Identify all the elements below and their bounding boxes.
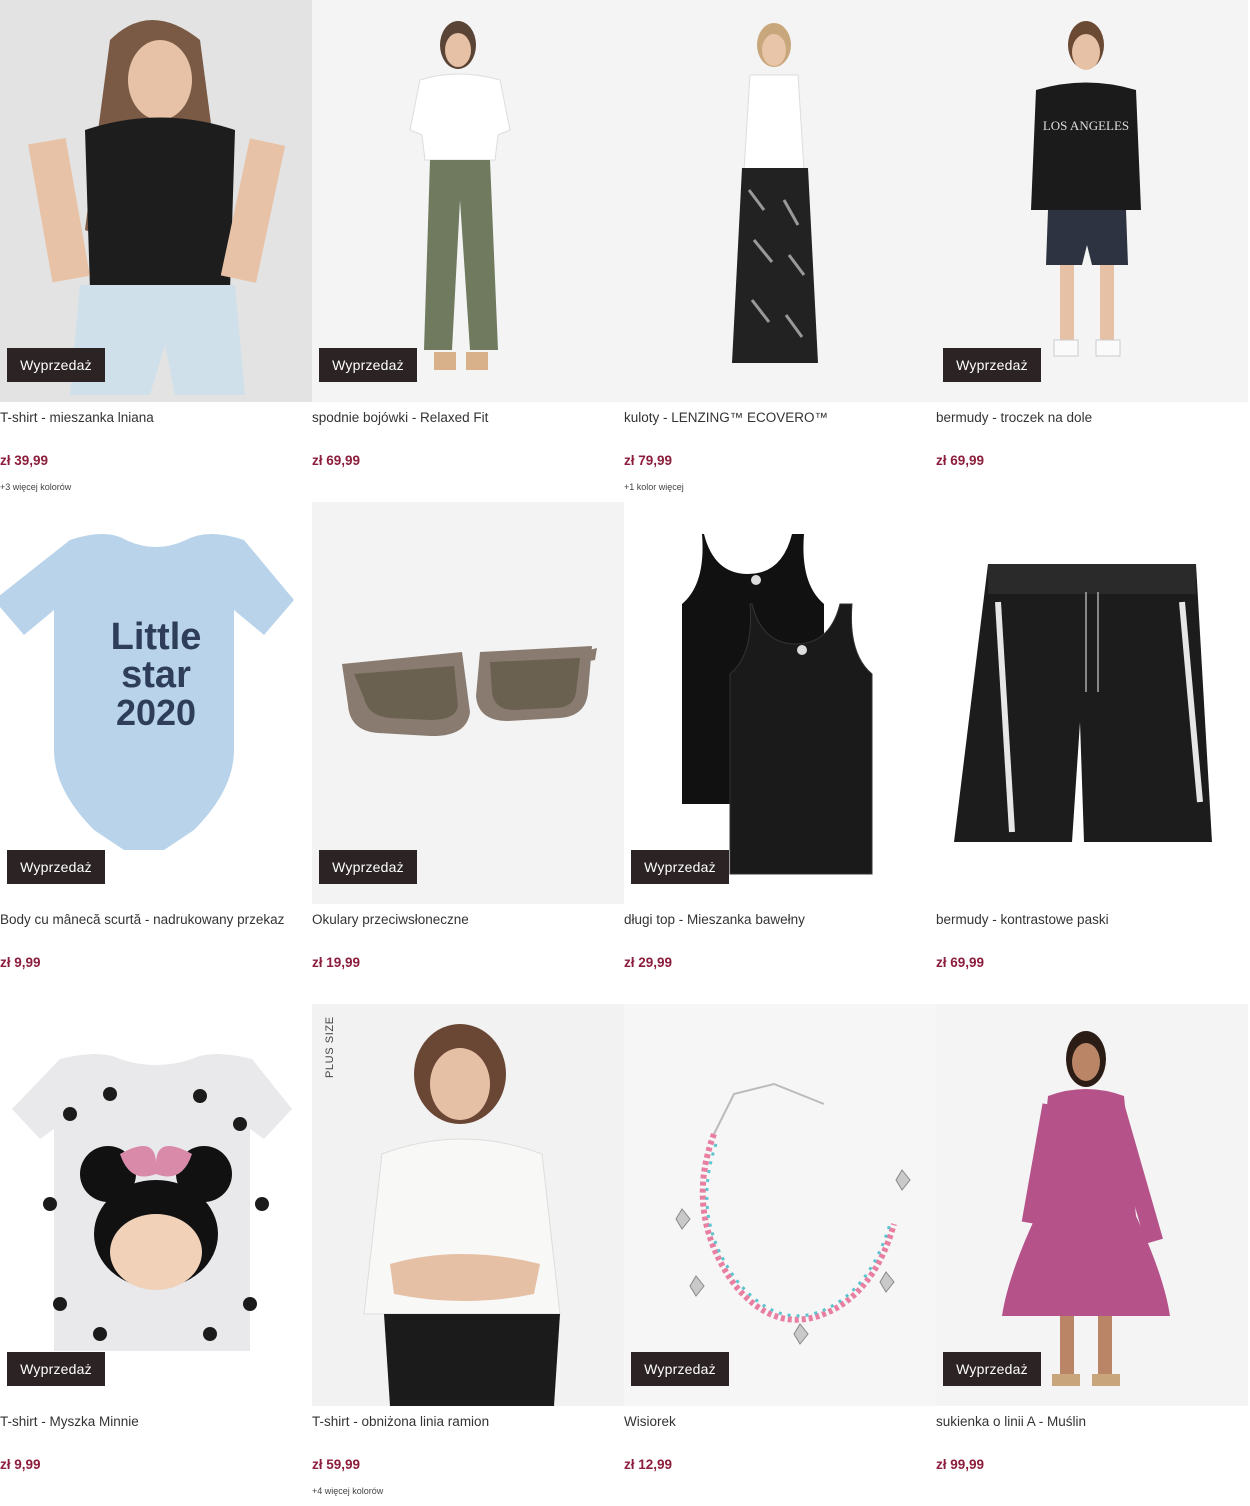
product-image[interactable]: Wyprzedaż [312, 0, 624, 402]
product-card[interactable]: Wyprzedaż długi top - Mieszanka bawełny … [624, 502, 936, 1004]
product-card[interactable]: Wyprzedaż sukienka o linii A - Muślin zł… [936, 1004, 1248, 1506]
dress-image [936, 1004, 1248, 1406]
sale-badge: Wyprzedaż [319, 348, 417, 382]
print-text: Little [111, 616, 202, 658]
product-name[interactable]: bermudy - kontrastowe paski [936, 912, 1109, 927]
product-card[interactable]: bermudy - kontrastowe paski zł 69,99 [936, 502, 1248, 1004]
svg-text:2020: 2020 [116, 692, 196, 733]
bracelet-image [624, 1004, 936, 1406]
sale-badge: Wyprzedaż [943, 1352, 1041, 1386]
svg-text:star: star [121, 654, 191, 696]
cargo-pants-image [312, 0, 624, 402]
product-image[interactable]: Wyprzedaż [936, 1004, 1248, 1406]
product-name[interactable]: Wisiorek [624, 1414, 676, 1429]
product-card[interactable]: Wyprzedaż Wisiorek zł 12,99 [624, 1004, 936, 1506]
svg-text:LOS ANGELES: LOS ANGELES [1043, 118, 1129, 133]
product-name[interactable]: bermudy - troczek na dole [936, 410, 1092, 425]
product-card[interactable]: Wyprzedaż T-shirt - Myszka Minnie zł 9,9… [0, 1004, 312, 1506]
sale-badge: Wyprzedaż [943, 348, 1041, 382]
product-image[interactable]: Wyprzedaż [624, 502, 936, 904]
baby-body-image: Little star 2020 [0, 502, 312, 904]
product-card[interactable]: Wyprzedaż spodnie bojówki - Relaxed Fit … [312, 0, 624, 502]
sale-badge: Wyprzedaż [7, 1352, 105, 1386]
product-name[interactable]: kuloty - LENZING™ ECOVERO™ [624, 410, 828, 425]
product-price: zł 79,99 [624, 453, 673, 468]
plus-size-tshirt-image [312, 1004, 624, 1406]
product-card[interactable]: kuloty - LENZING™ ECOVERO™ zł 79,99 +1 k… [624, 0, 936, 502]
product-card[interactable]: PLUS SIZE T-shirt - obniżona linia ramio… [312, 1004, 624, 1506]
product-image[interactable]: LOS ANGELES Wyprzedaż [936, 0, 1248, 402]
sale-badge: Wyprzedaż [7, 850, 105, 884]
product-image[interactable]: Little star 2020 Wyprzedaż [0, 502, 312, 904]
more-colors-label[interactable]: +4 więcej kolorów [312, 1486, 383, 1496]
product-image[interactable]: PLUS SIZE [312, 1004, 624, 1406]
plus-size-tag: PLUS SIZE [324, 1016, 336, 1078]
black-shorts-image [936, 502, 1248, 904]
product-price: zł 39,99 [0, 453, 49, 468]
product-card[interactable]: Little star 2020 Wyprzedaż Body cu mânec… [0, 502, 312, 1004]
product-price: zł 69,99 [936, 453, 985, 468]
sale-badge: Wyprzedaż [631, 850, 729, 884]
product-price: zł 9,99 [0, 955, 41, 970]
product-name[interactable]: T-shirt - Myszka Minnie [0, 1414, 139, 1429]
bermuda-shorts-man-image: LOS ANGELES [936, 0, 1248, 402]
product-price: zł 29,99 [624, 955, 673, 970]
product-price: zł 99,99 [936, 1457, 985, 1472]
product-price: zł 19,99 [312, 955, 361, 970]
product-image[interactable]: Wyprzedaż [0, 0, 312, 402]
product-name[interactable]: sukienka o linii A - Muślin [936, 1414, 1086, 1429]
minnie-tshirt-image [0, 1004, 312, 1406]
product-image[interactable]: Wyprzedaż [624, 1004, 936, 1406]
sale-badge: Wyprzedaż [631, 1352, 729, 1386]
product-price: zł 69,99 [936, 955, 985, 970]
product-name[interactable]: T-shirt - mieszanka lniana [0, 410, 154, 425]
product-card[interactable]: LOS ANGELES Wyprzedaż bermudy - troczek … [936, 0, 1248, 502]
woman-tshirt-image [0, 0, 312, 402]
culottes-image [624, 0, 936, 402]
product-name[interactable]: T-shirt - obniżona linia ramion [312, 1414, 489, 1429]
more-colors-label[interactable]: +3 więcej kolorów [0, 482, 71, 492]
product-name[interactable]: długi top - Mieszanka bawełny [624, 912, 805, 927]
product-name[interactable]: Body cu mânecă scurtă - nadrukowany prze… [0, 912, 284, 927]
product-image[interactable] [624, 0, 936, 402]
product-image[interactable]: Wyprzedaż [312, 502, 624, 904]
sunglasses-image [312, 502, 624, 904]
product-card[interactable]: Wyprzedaż Okulary przeciwsłoneczne zł 19… [312, 502, 624, 1004]
product-image[interactable] [936, 502, 1248, 904]
product-name[interactable]: Okulary przeciwsłoneczne [312, 912, 469, 927]
sale-badge: Wyprzedaż [7, 348, 105, 382]
more-colors-label[interactable]: +1 kolor więcej [624, 482, 684, 492]
product-price: zł 69,99 [312, 453, 361, 468]
product-image[interactable]: Wyprzedaż [0, 1004, 312, 1406]
sale-badge: Wyprzedaż [319, 850, 417, 884]
tank-tops-image [624, 502, 936, 904]
product-price: zł 59,99 [312, 1457, 361, 1472]
product-card[interactable]: Wyprzedaż T-shirt - mieszanka lniana zł … [0, 0, 312, 502]
product-price: zł 9,99 [0, 1457, 41, 1472]
product-price: zł 12,99 [624, 1457, 673, 1472]
product-name[interactable]: spodnie bojówki - Relaxed Fit [312, 410, 488, 425]
